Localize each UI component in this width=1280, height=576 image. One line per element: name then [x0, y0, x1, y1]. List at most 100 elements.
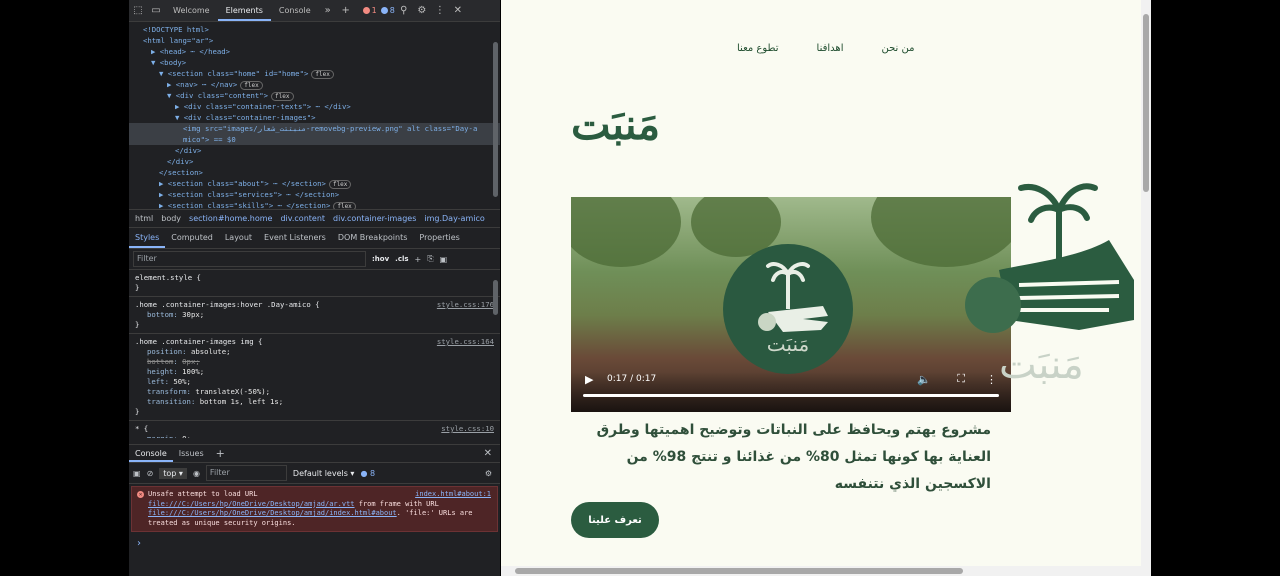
- style-subtab[interactable]: Layout: [219, 228, 258, 248]
- dom-tree-node[interactable]: <!DOCTYPE html>: [129, 24, 500, 35]
- new-rule-icon[interactable]: +: [415, 255, 422, 264]
- dom-tree-node[interactable]: ▼ <section class="home" id="home"> flex: [129, 68, 500, 79]
- tab-console[interactable]: Console: [271, 0, 319, 21]
- drawer-close-icon[interactable]: ✕: [484, 448, 492, 459]
- volume-icon[interactable]: 🔈: [917, 373, 931, 386]
- breadcrumb-item[interactable]: div.content: [280, 214, 325, 223]
- console-message-badge[interactable]: ● 8: [360, 469, 375, 478]
- learn-more-button[interactable]: تعرف علينا: [571, 502, 659, 538]
- kebab-menu-icon[interactable]: ⋮: [431, 0, 449, 21]
- dom-tree-node[interactable]: ▶ <section class="about"> ⋯ </section> fl…: [129, 178, 500, 189]
- device-toggle-icon[interactable]: ▭: [147, 0, 165, 21]
- dom-tree-node[interactable]: </div>: [129, 156, 500, 167]
- css-property[interactable]: height: 100%;: [135, 367, 494, 377]
- console-sidebar-icon[interactable]: ▣: [133, 469, 141, 478]
- default-levels-select[interactable]: Default levels ▾: [293, 469, 355, 478]
- hov-toggle[interactable]: :hov: [372, 255, 389, 263]
- add-tab-icon[interactable]: +: [337, 0, 355, 21]
- flex-badge[interactable]: flex: [333, 202, 356, 209]
- network-icon[interactable]: ⚲: [395, 0, 413, 21]
- dom-tree-node[interactable]: ▼ <div class="content"> flex: [129, 90, 500, 101]
- dom-tree-node[interactable]: ▼ <div class="container-images">: [129, 112, 500, 123]
- css-property[interactable]: transform: translateX(-50%);: [135, 387, 494, 397]
- console-filter-input[interactable]: Filter: [205, 465, 287, 481]
- flex-badge[interactable]: flex: [328, 180, 352, 189]
- css-property[interactable]: transition: bottom 1s, left 1s;: [135, 397, 494, 407]
- breadcrumb-item[interactable]: section#home.home: [189, 214, 272, 223]
- error-url-link-2[interactable]: file:///C:/Users/hp/OneDrive/Desktop/amj…: [148, 509, 397, 517]
- console-settings-gear-icon[interactable]: ⚙: [485, 469, 492, 478]
- error-url-link-1[interactable]: file:///C:/Users/hp/OneDrive/Desktop/amj…: [148, 500, 355, 508]
- breadcrumb-item[interactable]: html: [135, 214, 153, 223]
- elements-scrollbar[interactable]: [493, 42, 498, 197]
- style-subtab[interactable]: Properties: [413, 228, 465, 248]
- dom-node-text: ▼ <div class="content">: [167, 91, 269, 100]
- nav-link[interactable]: من نحن: [881, 43, 914, 54]
- inspect-icon[interactable]: ⬚: [129, 0, 147, 21]
- dom-tree-node[interactable]: <img src="images/منبتتت_شعار-removebg-pr…: [129, 123, 500, 134]
- page-horizontal-scroll-thumb[interactable]: [515, 568, 963, 574]
- flex-badge[interactable]: flex: [311, 70, 334, 79]
- flex-badge[interactable]: flex: [271, 92, 294, 101]
- error-badge[interactable]: 1: [362, 6, 377, 15]
- css-property[interactable]: bottom: 30px;: [135, 310, 494, 320]
- styles-scrollbar[interactable]: [493, 280, 498, 315]
- css-property[interactable]: left: 50%;: [135, 377, 494, 387]
- message-badge[interactable]: 8: [380, 6, 395, 15]
- css-property-value: 30px;: [182, 310, 205, 319]
- clear-console-icon[interactable]: ⊘: [147, 469, 154, 478]
- drawer-tab-console[interactable]: Console: [129, 445, 173, 462]
- more-tabs-icon[interactable]: »: [319, 0, 337, 21]
- css-rule: element.style {}: [129, 270, 500, 297]
- breadcrumb-item[interactable]: body: [161, 214, 181, 223]
- element-state-icon[interactable]: ⎘: [427, 254, 433, 264]
- page-vertical-scrollbar[interactable]: [1141, 0, 1151, 576]
- dom-tree-node[interactable]: </section>: [129, 167, 500, 178]
- styles-filter-input[interactable]: Filter: [133, 251, 366, 267]
- dom-tree-node[interactable]: </div>: [129, 145, 500, 156]
- dom-tree-node[interactable]: ▶ <div class="container-texts"> ⋯ </div>: [129, 101, 500, 112]
- style-subtab[interactable]: DOM Breakpoints: [332, 228, 414, 248]
- video-progress-bar[interactable]: [583, 394, 999, 397]
- dom-tree-node[interactable]: mico"> == $0: [129, 134, 500, 145]
- console-prompt[interactable]: ›: [129, 532, 500, 555]
- breadcrumb-item[interactable]: div.container-images: [333, 214, 416, 223]
- breadcrumb-item[interactable]: img.Day-amico: [424, 214, 484, 223]
- page-vertical-scroll-thumb[interactable]: [1143, 14, 1149, 192]
- drawer-add-icon[interactable]: +: [210, 445, 231, 462]
- breadcrumb: html body section#home.home div.content div.…: [129, 209, 500, 228]
- drawer-tab-issues[interactable]: Issues: [173, 445, 210, 462]
- dom-tree-node[interactable]: ▼ <body>: [129, 57, 500, 68]
- nav-link[interactable]: تطوع معنا: [737, 43, 779, 54]
- css-selector[interactable]: * {: [135, 424, 494, 434]
- sidebar-toggle-icon[interactable]: ▣: [440, 255, 448, 264]
- flex-badge[interactable]: flex: [240, 81, 263, 90]
- cls-toggle[interactable]: .cls: [395, 255, 408, 263]
- css-property[interactable]: margin: 0;: [135, 434, 494, 438]
- settings-gear-icon[interactable]: ⚙: [413, 0, 431, 21]
- style-subtab[interactable]: Computed: [165, 228, 219, 248]
- dom-tree-node[interactable]: ▶ <section class="skills"> ⋯ </section> f…: [129, 200, 500, 209]
- css-property[interactable]: bottom: 0px;: [135, 357, 494, 367]
- css-property[interactable]: position: absolute;: [135, 347, 494, 357]
- css-source-link[interactable]: style.css:176: [437, 300, 494, 310]
- css-selector[interactable]: element.style {: [135, 273, 494, 283]
- css-source-link[interactable]: style.css:10: [441, 424, 494, 434]
- close-devtools-icon[interactable]: ✕: [449, 0, 467, 21]
- dom-tree-node[interactable]: ▶ <section class="services"> ⋯ </section…: [129, 189, 500, 200]
- tab-elements[interactable]: Elements: [217, 0, 271, 21]
- context-select[interactable]: top ▾: [159, 467, 187, 479]
- style-subtab[interactable]: Event Listeners: [258, 228, 332, 248]
- tab-welcome[interactable]: Welcome: [165, 0, 218, 21]
- live-expression-icon[interactable]: ◉: [193, 469, 200, 478]
- dom-tree-node[interactable]: ▶ <head> ⋯ </head>: [129, 46, 500, 57]
- play-icon[interactable]: ▶: [585, 373, 593, 386]
- page-horizontal-scrollbar[interactable]: [501, 566, 1141, 576]
- video-player[interactable]: مَنبَت ▶ 0:17 / 0:17 🔈 ⛶ ⋮: [571, 197, 1011, 412]
- error-source-link[interactable]: index.html#about:1: [415, 490, 491, 500]
- nav-link[interactable]: اهدافنا: [817, 43, 844, 54]
- dom-tree-node[interactable]: ▶ <nav> ⋯ </nav> flex: [129, 79, 500, 90]
- dom-tree-node[interactable]: <html lang="ar">: [129, 35, 500, 46]
- style-subtab[interactable]: Styles: [129, 228, 166, 248]
- css-source-link[interactable]: style.css:164: [437, 337, 494, 347]
